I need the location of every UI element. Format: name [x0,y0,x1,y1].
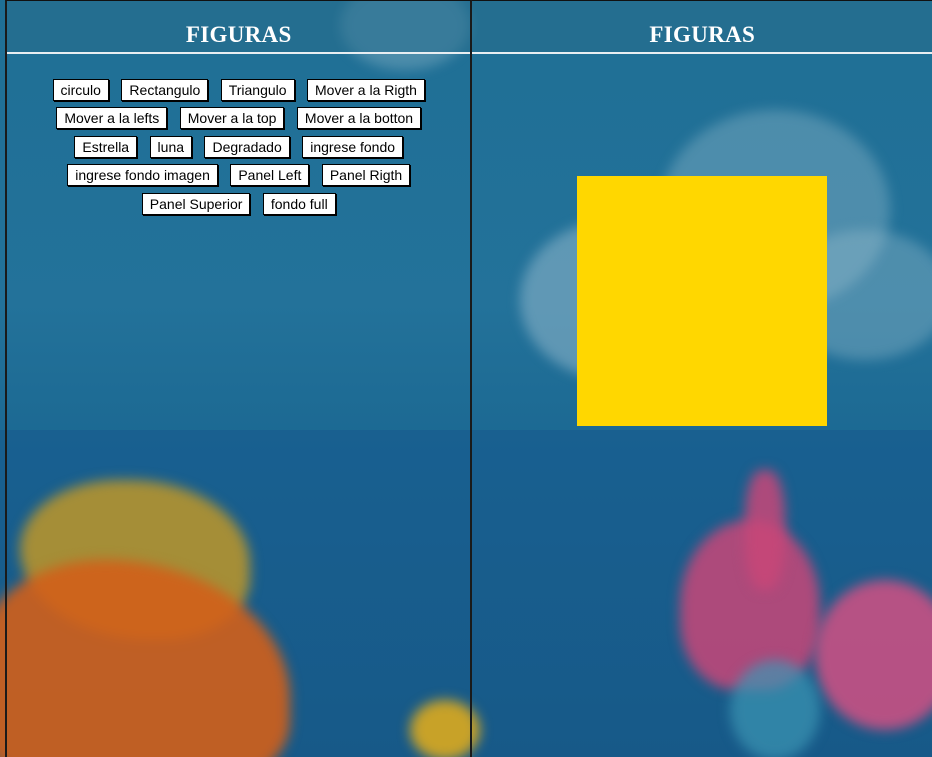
panel-left-button[interactable]: Panel Left [230,164,310,187]
luna-button[interactable]: luna [149,135,193,158]
move-left-button[interactable]: Mover a la lefts [56,107,168,130]
move-right-button[interactable]: Mover a la Rigth [307,78,425,101]
panel-right-button[interactable]: Panel Rigth [321,164,411,187]
ingrese-fondo-imagen-button[interactable]: ingrese fondo imagen [67,164,218,187]
fondo-full-button[interactable]: fondo full [262,192,336,215]
panel-superior-button[interactable]: Panel Superior [141,192,251,215]
left-panel-header: FIGURAS [7,1,471,54]
left-panel: FIGURAS circulo Rectangulo Triangulo Mov… [5,0,473,757]
degradado-button[interactable]: Degradado [204,135,290,158]
ingrese-fondo-button[interactable]: ingrese fondo [302,135,404,158]
left-panel-title: FIGURAS [185,22,292,47]
estrella-button[interactable]: Estrella [74,135,138,158]
right-panel: FIGURAS [472,0,932,757]
rectangulo-button[interactable]: Rectangulo [121,78,209,101]
right-panel-header: FIGURAS [472,1,932,54]
right-panel-title: FIGURAS [649,22,756,47]
yellow-square-shape [577,176,828,426]
circulo-button[interactable]: circulo [52,78,109,101]
triangulo-button[interactable]: Triangulo [220,78,295,101]
move-top-button[interactable]: Mover a la top [179,107,285,130]
move-bottom-button[interactable]: Mover a la botton [296,107,422,130]
panels-container: FIGURAS circulo Rectangulo Triangulo Mov… [0,0,932,757]
button-group: circulo Rectangulo Triangulo Mover a la … [39,76,439,219]
